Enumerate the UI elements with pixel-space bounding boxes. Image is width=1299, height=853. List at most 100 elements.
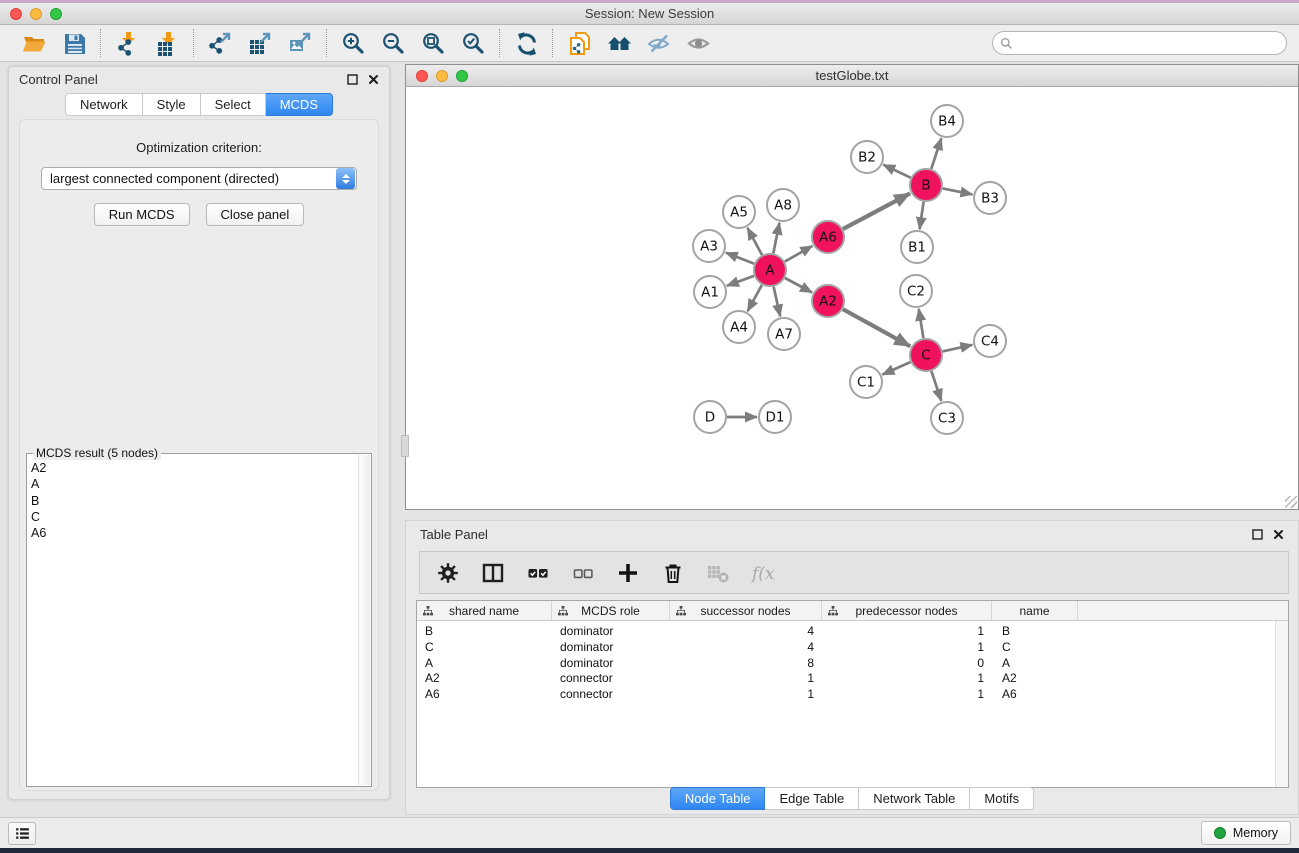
minimize-window-icon[interactable]: [30, 8, 42, 20]
network-zoom-icon[interactable]: [456, 70, 468, 82]
graph-node-A3[interactable]: A3: [693, 230, 725, 262]
graph-node-C2[interactable]: C2: [900, 275, 932, 307]
table-cell[interactable]: A2: [417, 671, 552, 687]
table-cell[interactable]: 1: [822, 624, 992, 640]
graph-edge-B-B4[interactable]: [931, 138, 941, 169]
close-panel-button[interactable]: Close panel: [206, 203, 305, 226]
graph-edge-B-B3[interactable]: [943, 188, 973, 194]
tab-style[interactable]: Style: [143, 93, 201, 116]
graph-node-A5[interactable]: A5: [723, 196, 755, 228]
table-cell[interactable]: 1: [670, 671, 822, 687]
column-header-MCDS-role[interactable]: MCDS role: [552, 601, 670, 620]
add-column-button[interactable]: [613, 558, 643, 588]
close-panel-icon[interactable]: [368, 74, 379, 85]
table-tab-edge-table[interactable]: Edge Table: [765, 787, 859, 810]
table-settings-button[interactable]: [433, 558, 463, 588]
table-cell[interactable]: 8: [670, 656, 822, 672]
mcds-result-item[interactable]: B: [31, 493, 357, 509]
export-table-button[interactable]: [243, 28, 277, 58]
float-panel-icon[interactable]: [347, 74, 358, 85]
table-row[interactable]: A6connector11A6: [417, 687, 1288, 703]
network-close-icon[interactable]: [416, 70, 428, 82]
table-cell[interactable]: 1: [822, 640, 992, 656]
first-neighbors-button[interactable]: [602, 28, 636, 58]
graph-node-C3[interactable]: C3: [931, 402, 963, 434]
table-row[interactable]: Adominator80A: [417, 656, 1288, 672]
column-header-name[interactable]: name: [992, 601, 1078, 620]
graph-node-B4[interactable]: B4: [931, 105, 963, 137]
table-cell[interactable]: A6: [417, 687, 552, 703]
mcds-result-item[interactable]: A2: [31, 460, 357, 476]
table-cell[interactable]: dominator: [552, 640, 670, 656]
table-cell[interactable]: A6: [992, 687, 1078, 703]
graph-node-D[interactable]: D: [694, 401, 726, 433]
zoom-out-button[interactable]: [376, 28, 410, 58]
graph-node-B3[interactable]: B3: [974, 182, 1006, 214]
zoom-in-button[interactable]: [336, 28, 370, 58]
table-cell[interactable]: dominator: [552, 656, 670, 672]
graph-edge-A-A5[interactable]: [748, 228, 763, 255]
graph-node-C1[interactable]: C1: [850, 366, 882, 398]
graph-edge-B-B1[interactable]: [920, 202, 924, 229]
graph-node-A7[interactable]: A7: [768, 318, 800, 350]
mcds-result-item[interactable]: A: [31, 476, 357, 492]
hide-selected-button[interactable]: [642, 28, 676, 58]
delete-column-button[interactable]: [658, 558, 688, 588]
save-session-button[interactable]: [57, 28, 91, 58]
graph-edge-A6-B[interactable]: [843, 193, 910, 229]
float-table-panel-icon[interactable]: [1252, 529, 1263, 540]
table-scrollbar[interactable]: [1275, 621, 1288, 787]
graph-node-C4[interactable]: C4: [974, 325, 1006, 357]
table-cell[interactable]: B: [992, 624, 1078, 640]
run-mcds-button[interactable]: Run MCDS: [94, 203, 190, 226]
table-tab-motifs[interactable]: Motifs: [970, 787, 1034, 810]
tab-select[interactable]: Select: [201, 93, 266, 116]
column-header-shared-name[interactable]: shared name: [417, 601, 552, 620]
graph-edge-A-A6[interactable]: [785, 246, 813, 262]
graph-edge-C-C1[interactable]: [882, 362, 910, 375]
column-header-successor-nodes[interactable]: successor nodes: [670, 601, 822, 620]
table-cell[interactable]: dominator: [552, 624, 670, 640]
table-row[interactable]: Cdominator41C: [417, 640, 1288, 656]
graph-edge-B-B2[interactable]: [883, 165, 910, 178]
zoom-window-icon[interactable]: [50, 8, 62, 20]
close-table-panel-icon[interactable]: [1273, 529, 1284, 540]
mcds-result-item[interactable]: C: [31, 509, 357, 525]
graph-edge-A-A3[interactable]: [726, 253, 754, 264]
zoom-selected-button[interactable]: [456, 28, 490, 58]
result-scrollbar[interactable]: [358, 455, 370, 785]
close-window-icon[interactable]: [10, 8, 22, 20]
table-cell[interactable]: B: [417, 624, 552, 640]
graph-node-C[interactable]: C: [910, 339, 942, 371]
table-cell[interactable]: 4: [670, 640, 822, 656]
graph-edge-A2-C[interactable]: [843, 309, 910, 346]
graph-edge-A-A4[interactable]: [748, 285, 762, 311]
table-cell[interactable]: 1: [670, 687, 822, 703]
duplicate-network-button[interactable]: [562, 28, 596, 58]
table-cell[interactable]: C: [992, 640, 1078, 656]
split-pane-handle[interactable]: [401, 435, 409, 457]
deselect-all-button[interactable]: [568, 558, 598, 588]
graph-node-A[interactable]: A: [754, 254, 786, 286]
open-session-button[interactable]: [17, 28, 51, 58]
select-all-button[interactable]: [523, 558, 553, 588]
graph-node-B1[interactable]: B1: [901, 231, 933, 263]
column-header-predecessor-nodes[interactable]: predecessor nodes: [822, 601, 992, 620]
refresh-button[interactable]: [509, 28, 543, 58]
split-columns-button[interactable]: [478, 558, 508, 588]
memory-button[interactable]: Memory: [1201, 821, 1291, 845]
mcds-result-item[interactable]: A6: [31, 525, 357, 541]
graph-node-A8[interactable]: A8: [767, 189, 799, 221]
table-row[interactable]: Bdominator41B: [417, 624, 1288, 640]
table-cell[interactable]: connector: [552, 687, 670, 703]
table-cell[interactable]: 1: [822, 687, 992, 703]
optimization-dropdown[interactable]: largest connected component (directed): [41, 167, 357, 190]
table-cell[interactable]: C: [417, 640, 552, 656]
mcds-result-list[interactable]: A2ABCA6: [31, 460, 357, 784]
table-tab-node-table[interactable]: Node Table: [670, 787, 766, 810]
table-cell[interactable]: 1: [822, 671, 992, 687]
table-cell[interactable]: 0: [822, 656, 992, 672]
table-cell[interactable]: 4: [670, 624, 822, 640]
table-row[interactable]: A2connector11A2: [417, 671, 1288, 687]
graph-edge-C-C4[interactable]: [943, 345, 973, 352]
